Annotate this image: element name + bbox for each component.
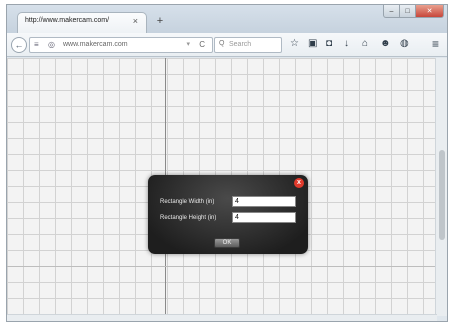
chat-icon[interactable]: ☻ bbox=[380, 38, 391, 50]
globe-icon: ◎ bbox=[48, 40, 55, 49]
search-input[interactable]: Search bbox=[229, 41, 251, 48]
tab-strip: http://www.makercam.com/ × + – □ ✕ bbox=[7, 5, 447, 33]
tab-title: http://www.makercam.com/ bbox=[25, 17, 110, 24]
width-label: Rectangle Width (in) bbox=[160, 199, 215, 205]
download-icon[interactable]: ↓ bbox=[344, 38, 349, 50]
reading-list-icon[interactable]: ▣ bbox=[308, 38, 317, 50]
navigation-bar: ← ≡ ◎ www.makercam.com ▾ C Q Search ☆ ▣ … bbox=[7, 33, 447, 57]
tab-close-icon[interactable]: × bbox=[133, 16, 138, 26]
maximize-button[interactable]: □ bbox=[400, 5, 416, 18]
x-axis-line bbox=[7, 266, 437, 267]
browser-tab[interactable]: http://www.makercam.com/ × bbox=[17, 12, 147, 33]
ok-button[interactable]: OK bbox=[214, 238, 240, 248]
close-window-button[interactable]: ✕ bbox=[416, 5, 444, 18]
new-tab-button[interactable]: + bbox=[153, 14, 167, 28]
menu-icon[interactable]: ≡ bbox=[432, 38, 439, 50]
height-field[interactable] bbox=[232, 212, 296, 223]
browser-window: http://www.makercam.com/ × + – □ ✕ ← ≡ ◎… bbox=[6, 4, 448, 322]
close-icon[interactable]: x bbox=[294, 178, 304, 188]
url-text[interactable]: www.makercam.com bbox=[63, 41, 128, 48]
url-bar[interactable]: ≡ ◎ www.makercam.com ▾ C bbox=[29, 37, 213, 53]
search-bar[interactable]: Q Search bbox=[214, 37, 282, 53]
horizontal-scrollbar[interactable] bbox=[7, 314, 437, 321]
width-field[interactable] bbox=[232, 196, 296, 207]
window-controls: – □ ✕ bbox=[383, 5, 444, 18]
reload-icon[interactable]: C bbox=[199, 40, 205, 49]
home-icon[interactable]: ⌂ bbox=[362, 38, 368, 50]
url-dropdown-icon[interactable]: ▾ bbox=[186, 40, 190, 48]
height-label: Rectangle Height (in) bbox=[160, 215, 217, 221]
canvas-grid[interactable]: x Rectangle Width (in) Rectangle Height … bbox=[7, 58, 437, 316]
back-button[interactable]: ← bbox=[11, 37, 27, 53]
minimize-button[interactable]: – bbox=[383, 5, 400, 18]
pocket-icon[interactable]: ◘ bbox=[326, 38, 332, 50]
search-icon: Q bbox=[219, 40, 225, 47]
vertical-scrollbar[interactable] bbox=[435, 58, 447, 316]
page-info-icon[interactable]: ≡ bbox=[34, 40, 39, 49]
bookmark-star-icon[interactable]: ☆ bbox=[290, 38, 299, 50]
profile-icon[interactable]: ◍ bbox=[400, 38, 409, 50]
scrollbar-thumb[interactable] bbox=[439, 150, 445, 240]
rectangle-dialog: x Rectangle Width (in) Rectangle Height … bbox=[148, 175, 308, 254]
